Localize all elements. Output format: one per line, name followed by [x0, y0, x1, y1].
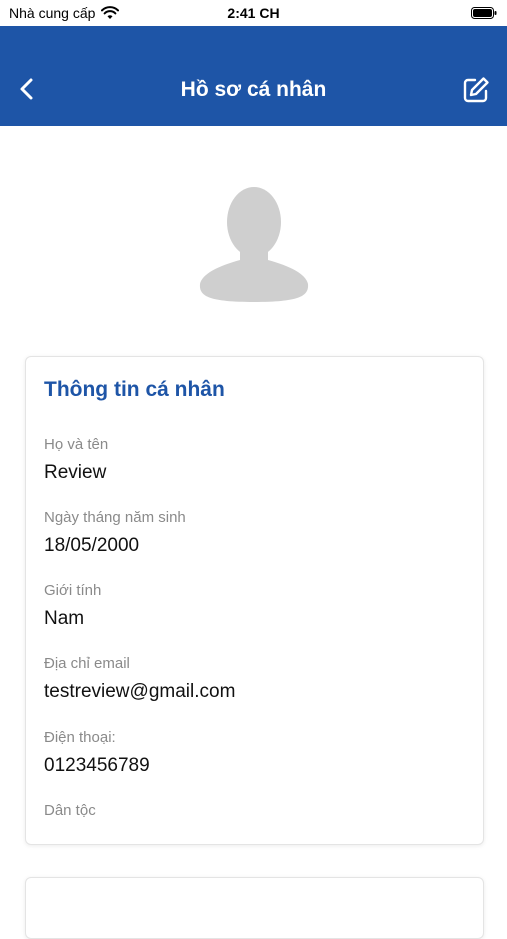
birthdate-label: Ngày tháng năm sinh — [44, 509, 186, 526]
page-title: Hồ sơ cá nhân — [180, 78, 327, 101]
email-value: testreview@gmail.com — [44, 681, 236, 702]
next-card — [25, 877, 484, 939]
fullname-label: Họ và tên — [44, 436, 109, 453]
section-title: Thông tin cá nhân — [44, 378, 225, 401]
phone-label: Điện thoại: — [44, 729, 116, 746]
personal-info-card: Thông tin cá nhân Họ và tên Review Ngày … — [25, 356, 484, 845]
clock: 2:41 CH — [227, 5, 280, 21]
birthdate-value: 18/05/2000 — [44, 535, 140, 556]
app-header: Hồ sơ cá nhân — [0, 26, 507, 126]
fullname-value: Review — [44, 462, 107, 483]
email-label: Địa chỉ email — [44, 655, 130, 672]
avatar-placeholder-icon[interactable] — [196, 180, 312, 304]
battery-icon — [471, 7, 497, 19]
edit-icon[interactable] — [461, 75, 491, 105]
gender-label: Giới tính — [44, 582, 102, 599]
status-bar: Nhà cung cấp 2:41 CH — [0, 0, 507, 26]
ethnicity-label: Dân tộc — [44, 802, 96, 819]
gender-value: Nam — [44, 608, 85, 629]
phone-value: 0123456789 — [44, 755, 150, 776]
